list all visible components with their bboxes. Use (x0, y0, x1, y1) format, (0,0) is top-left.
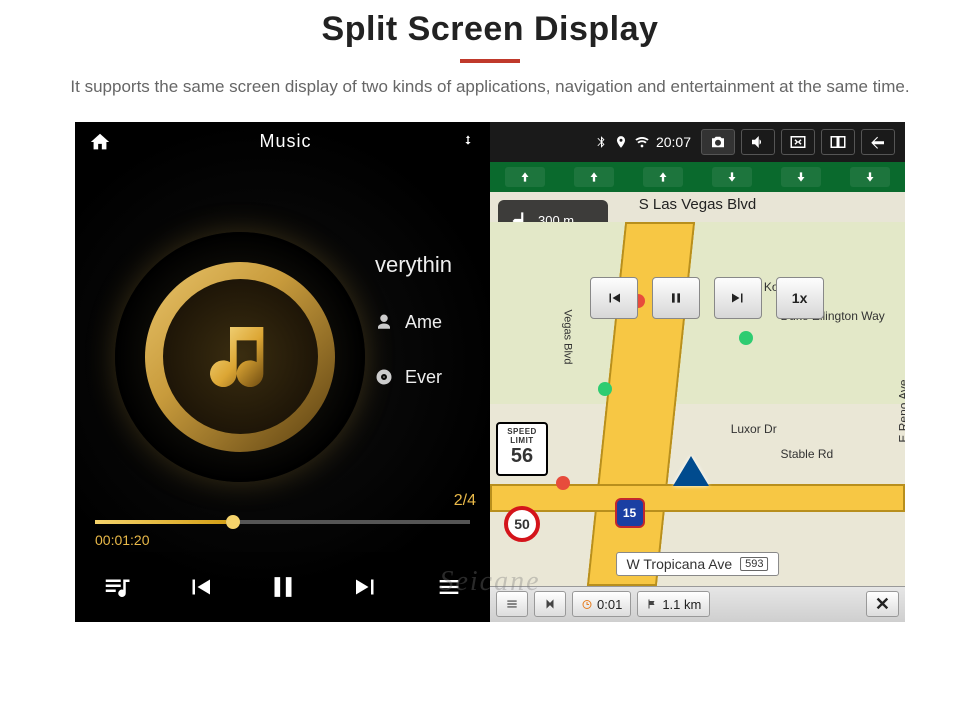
next-track-button[interactable] (341, 562, 391, 612)
lane-slot (712, 167, 752, 187)
route-prev-button[interactable] (590, 277, 638, 319)
speed-limit-value: 56 (498, 445, 546, 468)
album-art (115, 232, 365, 482)
back-button[interactable] (861, 129, 895, 155)
progress-knob[interactable] (226, 515, 240, 529)
music-status-bar: Music (75, 122, 490, 162)
bluetooth-icon (594, 135, 608, 149)
album-row: Ever (375, 367, 452, 388)
route-speed-button[interactable]: 1x (776, 277, 824, 319)
page-title: Split Screen Display (0, 10, 980, 49)
track-info: verythin Ame Ever (375, 252, 452, 388)
close-route-button[interactable]: ✕ (866, 591, 899, 617)
music-notes-icon (200, 317, 280, 397)
street-label: Vegas Blvd (561, 309, 573, 364)
prev-track-button[interactable] (175, 562, 225, 612)
route-playback-controls: 1x (590, 277, 824, 319)
head-unit: Music verythin Ame Ever (75, 122, 905, 622)
street-label: Stable Rd (781, 447, 834, 461)
lane-slot (505, 167, 545, 187)
music-pane: Music verythin Ame Ever (75, 122, 490, 622)
artist-row: Ame (375, 312, 452, 333)
player-controls (75, 552, 490, 622)
remaining-distance: 1.1 km (637, 591, 710, 617)
traffic-light-icon (739, 331, 753, 345)
flag-icon (646, 598, 658, 610)
lane-slot (643, 167, 683, 187)
lane-slot (781, 167, 821, 187)
stopwatch-icon (581, 598, 593, 610)
artist-name: Ame (405, 312, 442, 333)
elapsed-time: 0:01 (572, 591, 631, 617)
street-label: Luxor Dr (731, 422, 777, 436)
time-current: 00:01:20 (95, 532, 150, 548)
nav-bottom-bar: 0:01 1.1 km ✕ (490, 586, 905, 622)
lane-slot (850, 167, 890, 187)
vehicle-marker-icon (673, 456, 709, 486)
lane-slot (574, 167, 614, 187)
home-icon[interactable] (89, 131, 111, 153)
system-status-bar: 20:07 (490, 122, 905, 162)
track-title: verythin (375, 252, 452, 278)
current-street: W Tropicana Ave 593 (616, 552, 780, 576)
street-label: E Reno Ave (896, 379, 905, 442)
track-counter: 2/4 (454, 492, 476, 510)
interstate-shield: 15 (615, 498, 645, 528)
traffic-light-icon (598, 382, 612, 396)
route-pause-button[interactable] (652, 277, 700, 319)
speed-limit-label: SPEED LIMIT (498, 427, 546, 445)
music-app-label: Music (131, 131, 440, 152)
title-underline (460, 59, 520, 63)
progress-bar[interactable] (95, 520, 470, 524)
route-options-button[interactable] (534, 591, 566, 617)
menu-button[interactable] (496, 591, 528, 617)
volume-button[interactable] (741, 129, 775, 155)
person-icon (375, 313, 393, 331)
speed-limit-sign: SPEED LIMIT 56 (496, 422, 548, 476)
lane-guidance-strip (490, 162, 905, 192)
disc-icon (375, 368, 393, 386)
house-number-badge: 593 (740, 557, 768, 571)
play-pause-button[interactable] (258, 562, 308, 612)
more-options-button[interactable] (424, 562, 474, 612)
wifi-icon (634, 134, 650, 150)
current-speed-badge: 50 (504, 506, 540, 542)
playlist-button[interactable] (92, 562, 142, 612)
location-icon (614, 135, 628, 149)
close-app-button[interactable] (781, 129, 815, 155)
usb-icon[interactable] (460, 132, 476, 152)
clock: 20:07 (656, 134, 691, 150)
page-subtitle: It supports the same screen display of t… (40, 75, 940, 100)
navigation-pane: 20:07 S Las Vegas Blvd (490, 122, 905, 622)
screenshot-button[interactable] (701, 129, 735, 155)
split-screen-button[interactable] (821, 129, 855, 155)
route-next-button[interactable] (714, 277, 762, 319)
road-cross (490, 484, 905, 512)
current-street-label: W Tropicana Ave (627, 556, 733, 572)
album-name: Ever (405, 367, 442, 388)
